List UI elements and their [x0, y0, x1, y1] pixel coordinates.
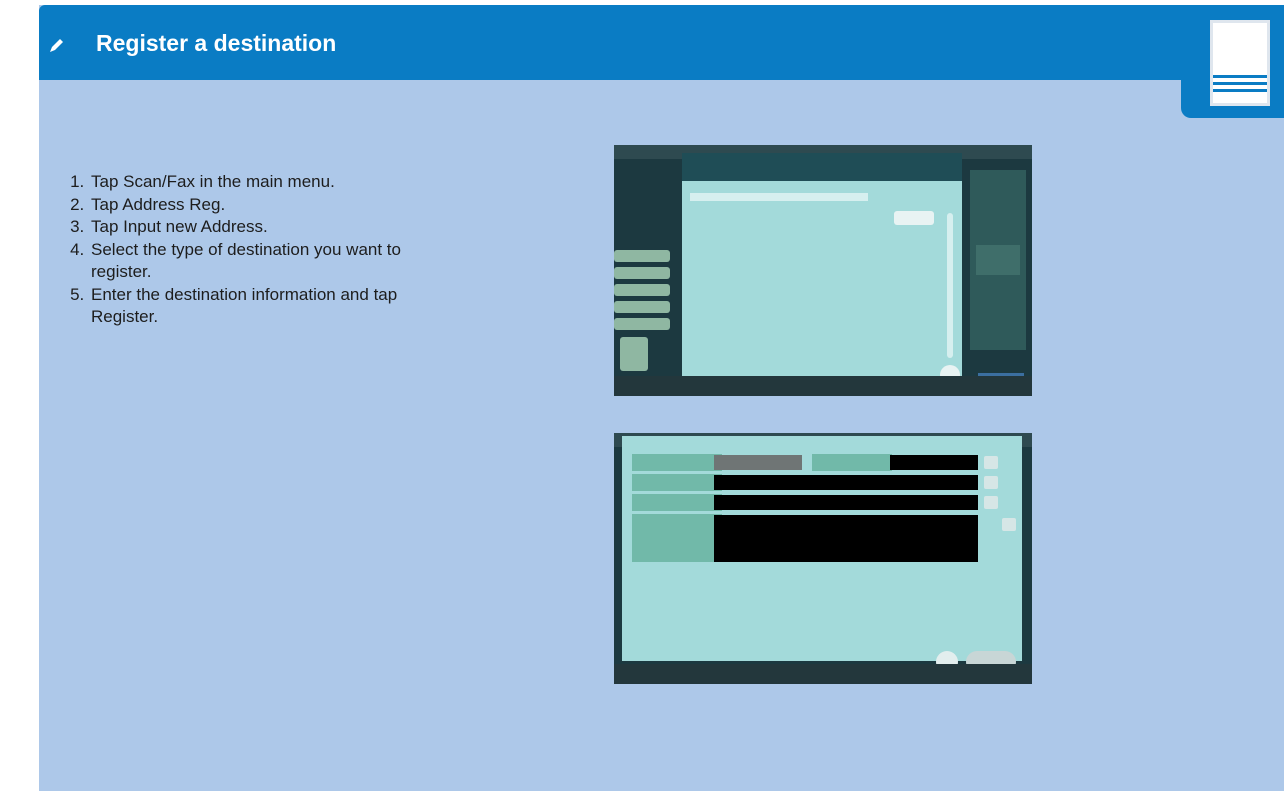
input-new-address-screenshot — [614, 145, 1032, 396]
step-item: Tap Address Reg. — [89, 194, 429, 217]
notebook-icon — [1210, 20, 1270, 106]
section-title: Register a destination — [96, 30, 337, 56]
step-item: Select the type of destination you want … — [89, 239, 429, 284]
step-item: Tap Input new Address. — [89, 216, 429, 239]
step-list: Tap Scan/Fax in the main menu. Tap Addre… — [62, 171, 429, 329]
step-item: Tap Scan/Fax in the main menu. — [89, 171, 429, 194]
destination-entry-screenshot — [614, 433, 1032, 684]
step-item: Enter the destination information and ta… — [89, 284, 429, 329]
pencil-icon — [50, 39, 63, 52]
